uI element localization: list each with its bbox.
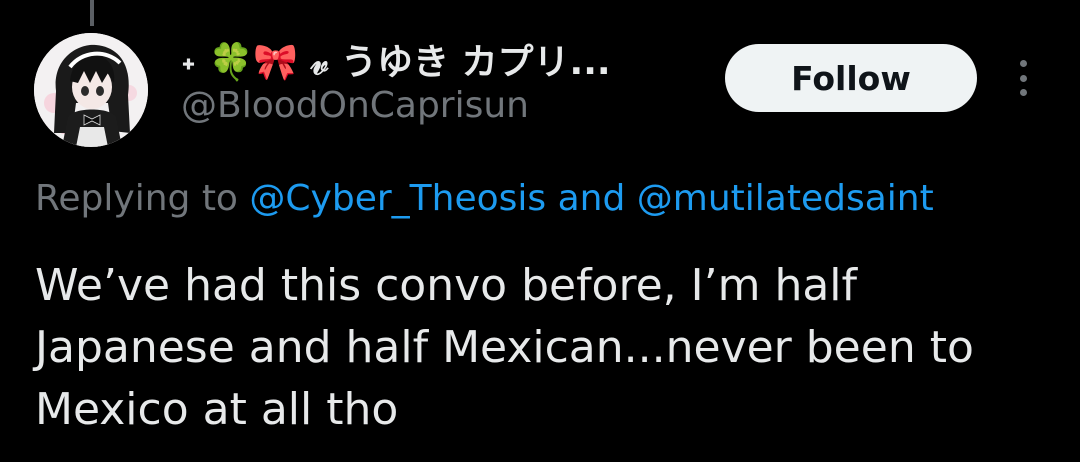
author-handle[interactable]: @BloodOnCaprisun <box>181 86 701 126</box>
mention-conjunction: and <box>546 178 637 219</box>
replying-to-line: Replying to @Cyber_Theosis and @mutilate… <box>35 177 934 220</box>
more-dot <box>1019 60 1027 67</box>
thread-connector-line <box>90 0 94 26</box>
follow-button[interactable]: Follow <box>725 44 977 112</box>
replying-to-label: Replying to <box>35 178 250 219</box>
author-display-name[interactable]: ˖ 🍀🎀 𝓋 うゆき カプリ... <box>181 44 701 82</box>
anime-girl-avatar-icon <box>34 33 148 147</box>
more-dot <box>1019 74 1027 82</box>
mention-link[interactable]: @mutilatedsaint <box>637 178 934 219</box>
more-options-icon[interactable] <box>1006 56 1040 100</box>
author-avatar[interactable] <box>34 33 148 147</box>
tweet-header: ˖ 🍀🎀 𝓋 うゆき カプリ... @BloodOnCaprisun <box>181 44 701 125</box>
mention-link[interactable]: @Cyber_Theosis <box>249 178 546 219</box>
tweet-body-text: We’ve had this convo before, I’m half Ja… <box>35 260 974 435</box>
more-dot <box>1019 89 1027 96</box>
